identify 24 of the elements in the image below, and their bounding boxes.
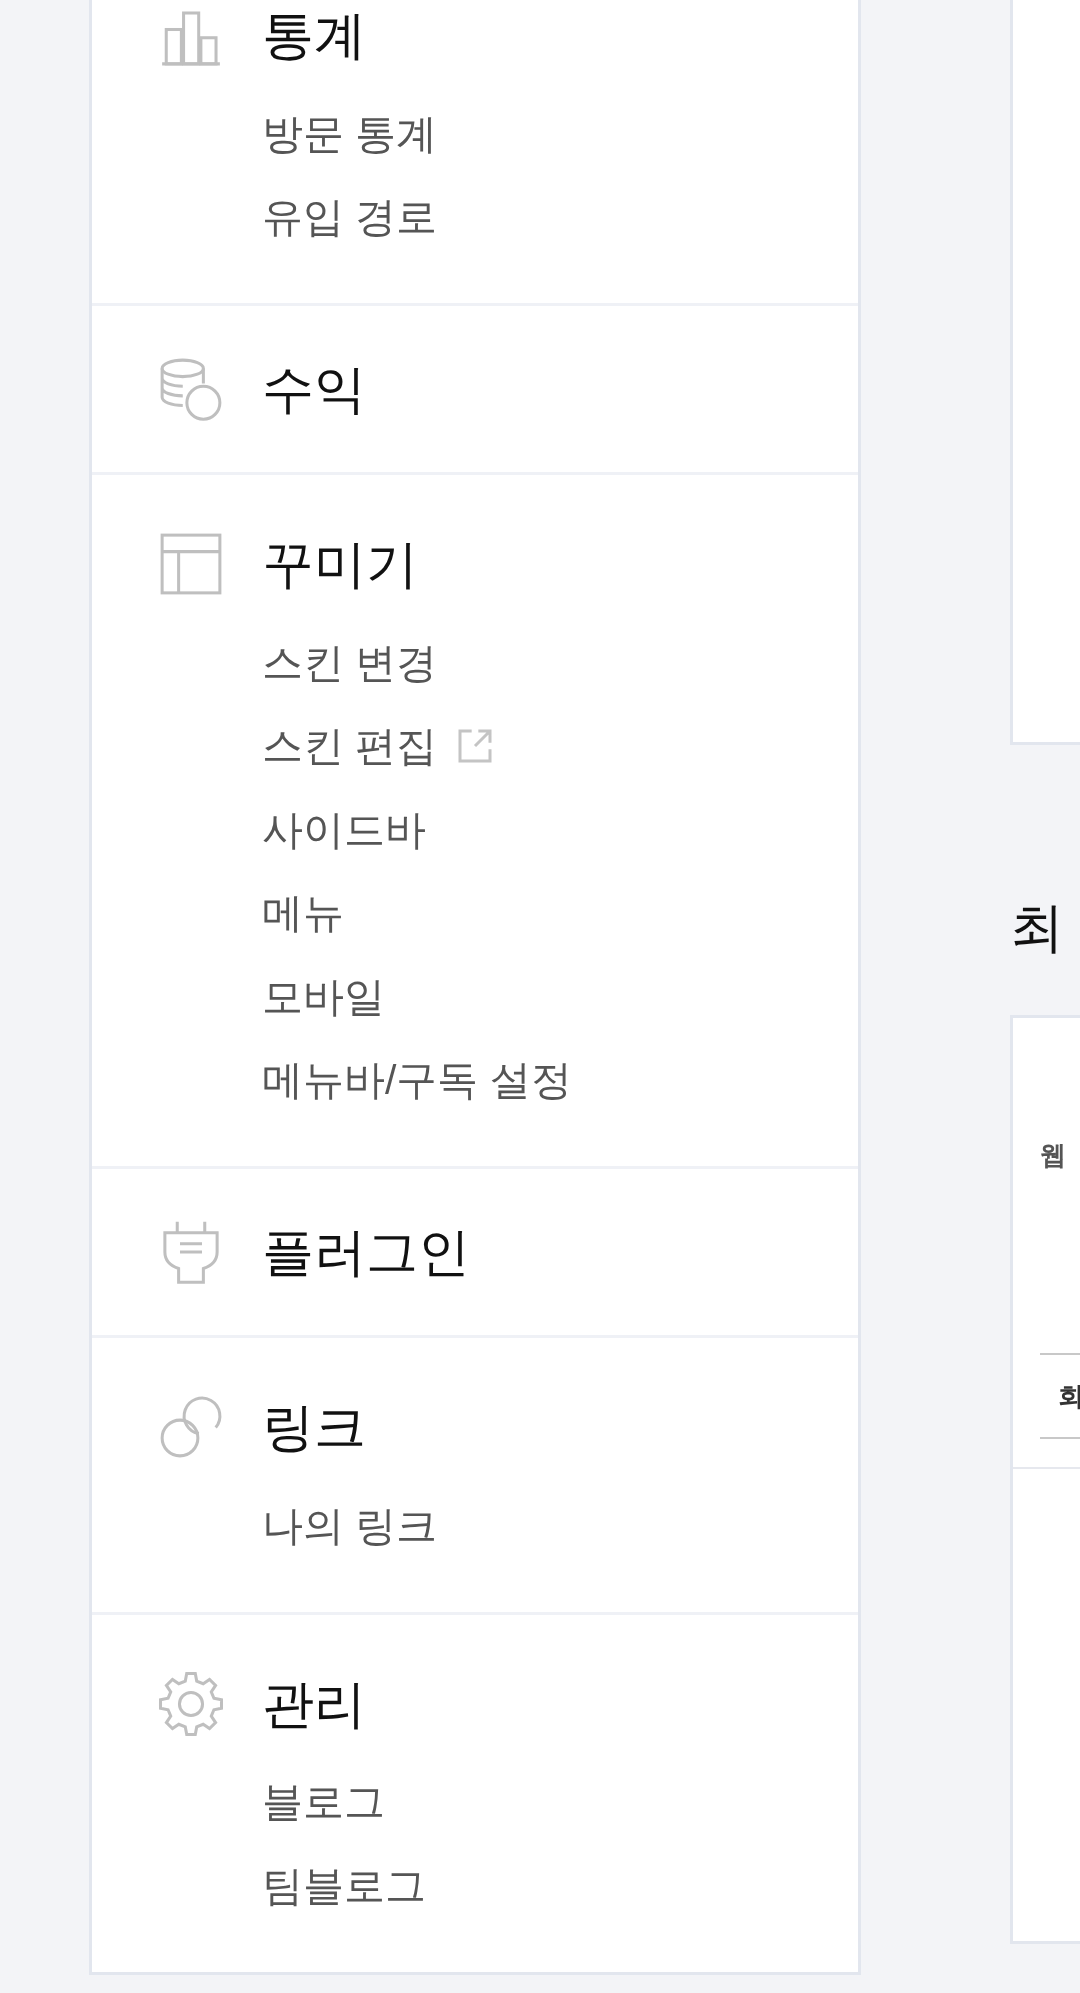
settings-icon — [158, 1670, 224, 1737]
sidebar-item[interactable]: 팀블로그 — [262, 1860, 426, 1911]
sidebar-item[interactable]: 유입 경로 — [262, 192, 438, 243]
sidebar-heading[interactable]: 관리 — [262, 1672, 366, 1735]
sidebar-heading[interactable]: 통계 — [262, 4, 366, 66]
table-cell-text: 회 — [1058, 1380, 1080, 1413]
section-title: 최 — [1010, 896, 1064, 959]
sidebar-item[interactable]: 메뉴바/구독 설정 — [262, 1055, 572, 1106]
layout-icon — [158, 531, 224, 597]
sidebar-item[interactable]: 모바일 — [262, 971, 385, 1022]
sidebar-heading[interactable]: 꾸미기 — [262, 533, 418, 595]
card-title: 웹 — [1040, 1139, 1066, 1172]
sidebar-item[interactable]: 방문 통계 — [262, 108, 438, 159]
sidebar-heading[interactable]: 수익 — [262, 358, 366, 420]
sidebar-item[interactable]: 사이드바 — [262, 804, 426, 855]
sidebar-item[interactable]: 메뉴 — [262, 888, 344, 939]
sidebar-heading[interactable]: 링크 — [262, 1396, 366, 1458]
sidebar-item[interactable]: 스킨 편집 — [262, 721, 496, 772]
sidebar-item[interactable]: 나의 링크 — [262, 1500, 438, 1551]
sidebar-item[interactable]: 스킨 변경 — [262, 637, 438, 688]
link-icon — [158, 1394, 224, 1460]
sidebar-heading[interactable]: 플러그인 — [262, 1221, 470, 1283]
coins-icon — [158, 356, 224, 422]
sidebar-item[interactable]: 블로그 — [262, 1777, 385, 1828]
